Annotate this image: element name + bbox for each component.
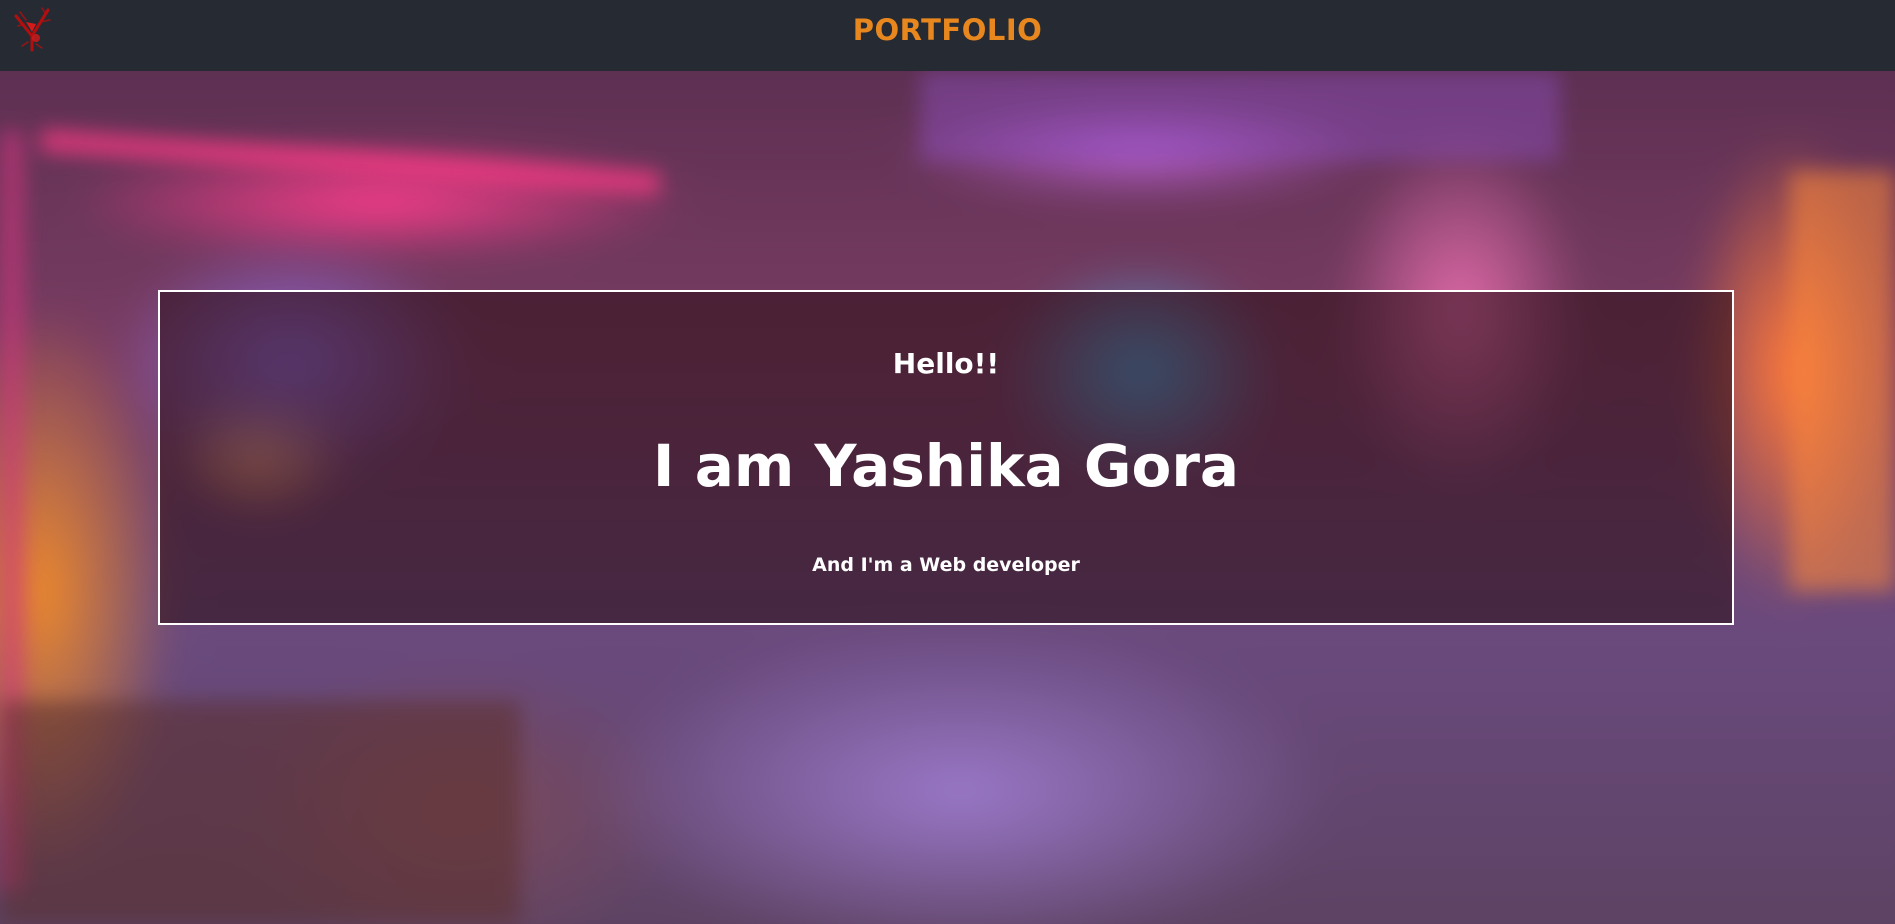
portfolio-page: PORTFOLIO Hello!! I am Yashika Gora And … [0, 0, 1895, 924]
hero-greeting: Hello!! [892, 347, 1000, 380]
hero-role-subtitle: And I'm a Web developer [812, 554, 1080, 576]
hero-name-heading: I am Yashika Gora [652, 432, 1240, 500]
top-navbar: PORTFOLIO [0, 0, 1895, 71]
hero-intro-box: Hello!! I am Yashika Gora And I'm a Web … [158, 290, 1734, 625]
portfolio-title[interactable]: PORTFOLIO [0, 0, 1895, 60]
